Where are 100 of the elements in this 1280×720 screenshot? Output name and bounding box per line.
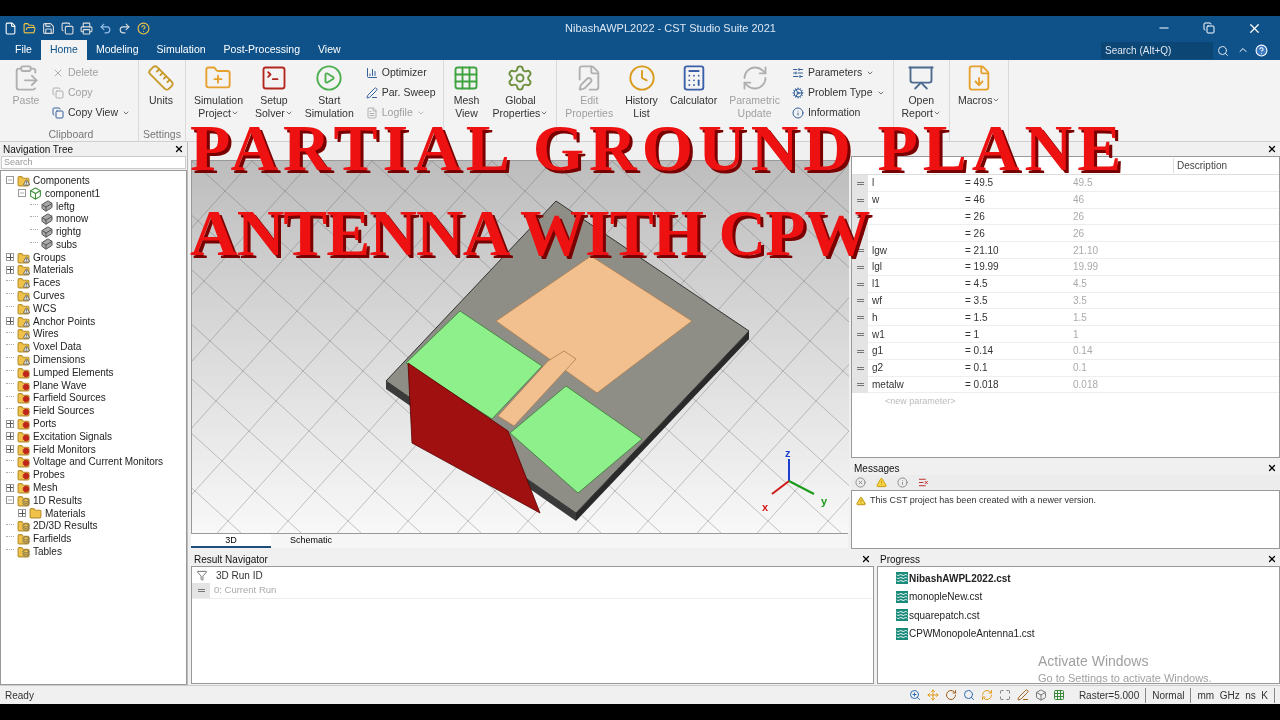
table-cell: wf	[872, 294, 882, 306]
tree-item[interactable]: Anchor Points	[33, 313, 96, 329]
axes-drawing: z x y	[762, 447, 828, 513]
tree-item[interactable]: Materials	[45, 505, 86, 521]
menu-tab[interactable]: File	[6, 40, 41, 60]
folder-layers-icon	[17, 546, 30, 557]
error-filter-icon[interactable]	[855, 477, 866, 488]
open-folder-icon[interactable]	[23, 21, 36, 35]
tree-item[interactable]: Field Monitors	[33, 441, 96, 457]
undo-icon[interactable]	[99, 21, 112, 35]
expand-toggle[interactable]	[6, 445, 14, 454]
expand-toggle[interactable]	[6, 253, 14, 262]
ribbon-button[interactable]: Copy View	[48, 104, 134, 121]
zoom-icon[interactable]	[962, 689, 975, 701]
tree-item[interactable]: Wires	[33, 326, 59, 342]
folder-warning-icon	[17, 354, 30, 366]
window-title: NibashAWPL2022 - CST Studio Suite 2021	[564, 20, 777, 36]
cube-icon[interactable]	[1034, 689, 1047, 701]
tree-item[interactable]: Voxel Data	[33, 339, 82, 355]
table-cell-text: = 26	[964, 210, 986, 224]
table-cell-text: = 0.14	[964, 344, 995, 359]
close-icon[interactable]	[174, 144, 184, 154]
tree-item[interactable]: Field Sources	[33, 403, 95, 419]
ribbon-button[interactable]: Problem Type	[787, 84, 889, 101]
search-field[interactable]: Search (Alt+Q)	[1101, 42, 1213, 59]
tree-item[interactable]: Probes	[33, 467, 65, 483]
progress-item[interactable]: monopleNew.cst	[909, 589, 983, 605]
view-mode-tab[interactable]: 3D	[191, 534, 271, 548]
column-header[interactable]: Description	[1173, 158, 1279, 173]
copy-icon[interactable]	[61, 21, 74, 35]
tree-item[interactable]: Farfield Sources	[33, 390, 106, 406]
group-label: Clipboard	[47, 127, 95, 141]
tree-item[interactable]: Plane Wave	[33, 377, 87, 393]
expand-toggle[interactable]	[6, 265, 14, 274]
tree-item[interactable]: Farfields	[33, 531, 72, 547]
rotate-icon[interactable]	[944, 689, 957, 701]
close-icon[interactable]	[1267, 554, 1277, 564]
ribbon-button[interactable]: Mesh View	[448, 64, 485, 119]
menu-tab[interactable]: View	[309, 40, 350, 60]
menu-tab[interactable]: Simulation	[147, 40, 215, 60]
help-icon[interactable]	[137, 21, 150, 35]
tree-item[interactable]: component1	[45, 185, 101, 201]
expand-toggle[interactable]	[6, 432, 14, 441]
clear-list-icon[interactable]	[918, 477, 929, 488]
tree-item[interactable]: Faces	[33, 275, 61, 291]
group-label: Settings	[143, 127, 181, 141]
redo-icon[interactable]	[118, 21, 131, 35]
expand-toggle[interactable]	[18, 509, 26, 518]
collapse-toggle[interactable]	[6, 176, 14, 185]
menu-tab[interactable]: Post-Processing	[214, 40, 310, 60]
folder-gear-icon	[17, 443, 30, 455]
tree-item[interactable]: Groups	[33, 249, 66, 265]
tree-item[interactable]: Tables	[33, 544, 62, 559]
column-header[interactable]: 3D Run ID	[212, 567, 263, 583]
pen-icon[interactable]	[1016, 689, 1029, 701]
expand-toggle[interactable]	[6, 483, 14, 492]
new-file-icon[interactable]	[4, 21, 17, 35]
expand-toggle[interactable]	[6, 317, 14, 326]
ribbon-button[interactable]: Par. Sweep	[361, 84, 440, 101]
grid-icon[interactable]	[1052, 689, 1065, 701]
ribbon-button[interactable]: History List	[621, 64, 662, 119]
close-icon[interactable]	[861, 554, 871, 564]
document-icon	[365, 106, 378, 119]
ribbon-button[interactable]: Open Report	[897, 64, 946, 119]
tree-item[interactable]: 2D/3D Results	[33, 518, 98, 534]
tree-item[interactable]: Voltage and Current Monitors	[33, 454, 164, 470]
progress-item[interactable]: NibashAWPL2022.cst	[909, 570, 1011, 586]
expand-toggle[interactable]	[6, 419, 14, 428]
progress-item[interactable]: CPWMonopoleAntenna1.cst	[909, 626, 1035, 642]
ribbon-button[interactable]: Calculator	[665, 64, 722, 107]
view-mode-tab[interactable]: Schematic	[271, 534, 351, 548]
ribbon-button[interactable]: Start Simulation	[300, 64, 358, 119]
ribbon-button[interactable]: Units	[143, 64, 179, 107]
ribbon-button[interactable]: Information	[787, 104, 889, 121]
ribbon-button[interactable]: Parameters	[787, 64, 889, 81]
collapse-toggle[interactable]	[18, 189, 26, 198]
zoom-icon[interactable]	[908, 689, 921, 701]
plus-icon	[19, 510, 25, 517]
tree-item[interactable]: Components	[33, 172, 90, 188]
ribbon-button[interactable]: Global Properties	[488, 64, 553, 119]
raster-status: Raster=5.000	[1072, 687, 1147, 703]
search-field[interactable]: Search	[1, 156, 186, 169]
printer-icon[interactable]	[80, 21, 93, 35]
tree-item[interactable]: monow	[56, 211, 89, 227]
project-icon	[896, 572, 908, 585]
fit-icon[interactable]	[998, 689, 1011, 701]
ribbon-button[interactable]: Optimizer	[361, 64, 440, 81]
close-icon[interactable]	[1267, 144, 1277, 154]
restore-button[interactable]	[1203, 22, 1215, 34]
menu-tab[interactable]: Home	[40, 40, 87, 60]
progress-item[interactable]: squarepatch.cst	[909, 607, 980, 623]
menu-tab[interactable]: Modeling	[86, 40, 148, 60]
close-icon[interactable]	[1267, 463, 1277, 473]
ribbon-button[interactable]: Simulation Project	[189, 64, 247, 119]
ribbon-button[interactable]: Macros	[954, 64, 1005, 107]
collapse-toggle[interactable]	[6, 496, 14, 505]
save-icon[interactable]	[42, 21, 55, 35]
ribbon-button[interactable]: Setup Solver	[251, 64, 297, 119]
tree-item[interactable]: Materials	[33, 262, 74, 278]
tree-item[interactable]: leftg	[56, 198, 75, 214]
